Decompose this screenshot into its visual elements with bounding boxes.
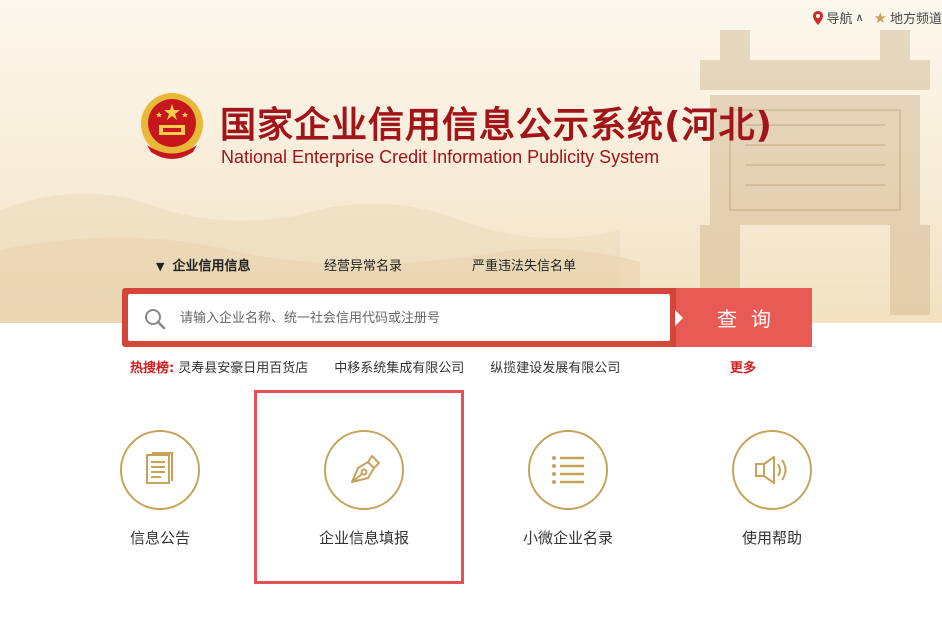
star-icon: ★ <box>873 8 887 27</box>
highlight-box <box>254 390 464 584</box>
location-pin-icon <box>813 10 824 25</box>
feature-shortcuts: 信息公告 企业信息填报 小微企业名录 使用帮助 <box>0 430 942 570</box>
caret-down-icon: ▼ <box>156 260 165 273</box>
feature-small-micro-enterprise-list[interactable]: 小微企业名录 <box>488 430 648 548</box>
list-icon <box>552 456 584 484</box>
icon-circle <box>732 430 812 510</box>
icon-circle <box>528 430 608 510</box>
search-bar: 查询 <box>122 288 812 347</box>
tab-abnormal-operations[interactable]: 经营异常名录 <box>324 255 472 274</box>
tab-label: 严重违法失信名单 <box>472 259 577 274</box>
hot-search-item[interactable]: 灵寿县安豪日用百货店 <box>178 357 308 376</box>
search-input[interactable] <box>178 294 662 343</box>
feature-info-notice[interactable]: 信息公告 <box>80 430 240 548</box>
guide-link[interactable]: 导航 ∧ <box>813 8 864 27</box>
more-link[interactable]: 更多 <box>730 357 756 376</box>
hot-search-item[interactable]: 中移系统集成有限公司 <box>334 357 464 376</box>
page-title: 国家企业信用信息公示系统(河北) <box>220 105 773 146</box>
speaker-icon <box>755 456 787 484</box>
feature-label: 使用帮助 <box>741 529 802 547</box>
tab-label: 企业信用信息 <box>172 259 251 274</box>
document-icon <box>146 452 173 484</box>
hot-search-bar: 热搜榜: 灵寿县安豪日用百货店 中移系统集成有限公司 纵揽建设发展有限公司 更多 <box>130 357 756 376</box>
search-button[interactable]: 查询 <box>675 288 812 347</box>
header-banner: 导航 ∧ ★ 地方频道 国家企业信用信息公示系统(河北) National En… <box>0 0 942 323</box>
chevron-up-icon: ∧ <box>855 11 864 24</box>
hot-search-label: 热搜榜: <box>130 361 175 376</box>
search-category-tabs: ▼ 企业信用信息 经营异常名录 严重违法失信名单 <box>156 255 576 274</box>
tab-label: 经营异常名录 <box>324 259 403 274</box>
hot-search-item[interactable]: 纵揽建设发展有限公司 <box>490 357 620 376</box>
search-icon <box>145 309 166 330</box>
top-nav: 导航 ∧ ★ 地方频道 <box>813 8 942 27</box>
icon-circle <box>120 430 200 510</box>
page-subtitle-en: National Enterprise Credit Information P… <box>221 147 660 167</box>
local-channel-label: 地方频道 <box>889 12 942 27</box>
search-box <box>128 294 670 343</box>
local-channel-link[interactable]: ★ 地方频道 <box>873 8 942 28</box>
feature-help[interactable]: 使用帮助 <box>692 430 852 548</box>
tab-serious-violations[interactable]: 严重违法失信名单 <box>472 255 576 274</box>
feature-label: 信息公告 <box>129 529 190 547</box>
feature-label: 小微企业名录 <box>522 529 613 547</box>
guide-label: 导航 <box>826 12 853 27</box>
tab-enterprise-credit-info[interactable]: ▼ 企业信用信息 <box>156 255 324 274</box>
national-emblem-logo <box>141 93 203 159</box>
